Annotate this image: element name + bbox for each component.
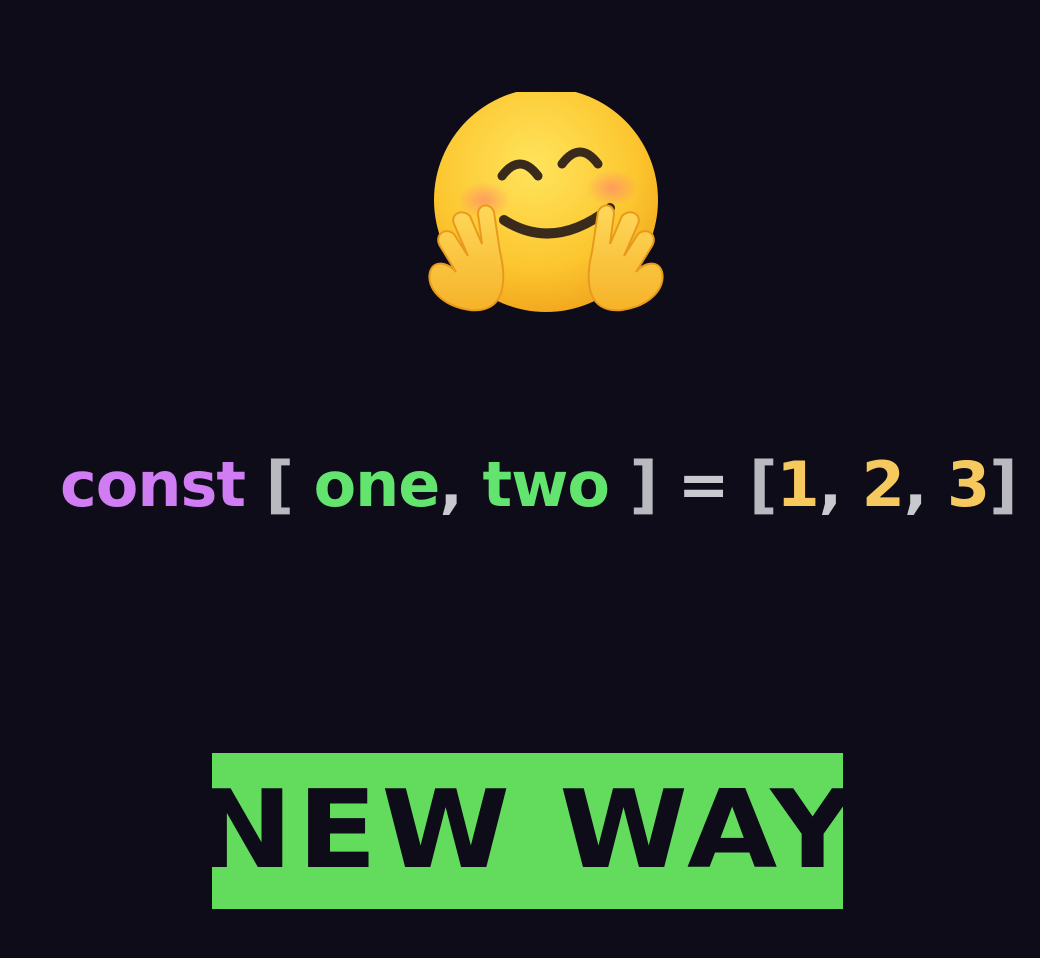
destructure-open-bracket: [ (265, 448, 294, 521)
comma: , (818, 448, 843, 521)
comma: , (439, 448, 463, 521)
equals-sign: = (677, 448, 730, 521)
new-way-badge: NEW WAY (196, 753, 855, 909)
comma: , (903, 448, 928, 521)
destructure-close-bracket: ] (629, 448, 658, 521)
array-close-bracket: ] (989, 448, 1017, 521)
array-open-bracket: [ (749, 448, 777, 521)
keyword-const: const (60, 448, 246, 521)
number-3: 3 (947, 448, 990, 521)
badge-label: NEW WAY (195, 768, 860, 893)
hugging-face-icon (420, 92, 672, 320)
number-1: 1 (776, 448, 819, 521)
number-2: 2 (861, 448, 905, 521)
code-line: const [ one, two ] = [1, 2, 3] (60, 440, 1018, 530)
variable-two: two (482, 448, 611, 521)
variable-one: one (313, 448, 441, 521)
